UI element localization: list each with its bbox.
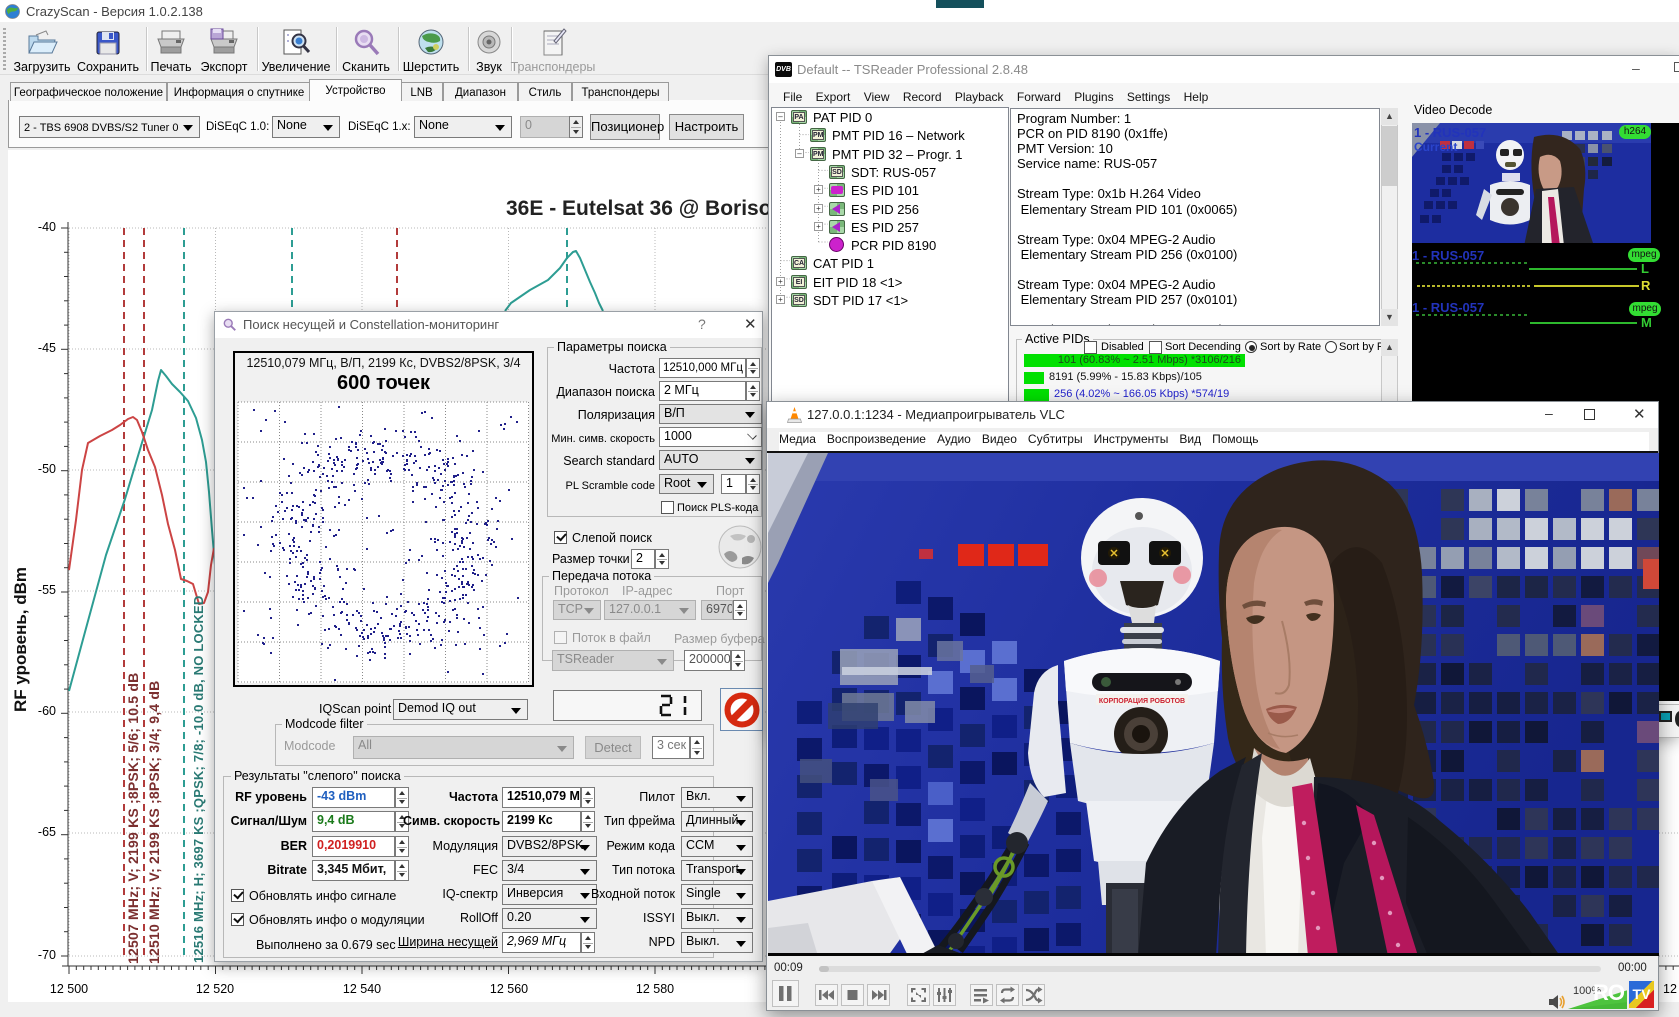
svg-text:КОРПОРАЦИЯ РОБОТОВ: КОРПОРАЦИЯ РОБОТОВ <box>1099 698 1185 705</box>
